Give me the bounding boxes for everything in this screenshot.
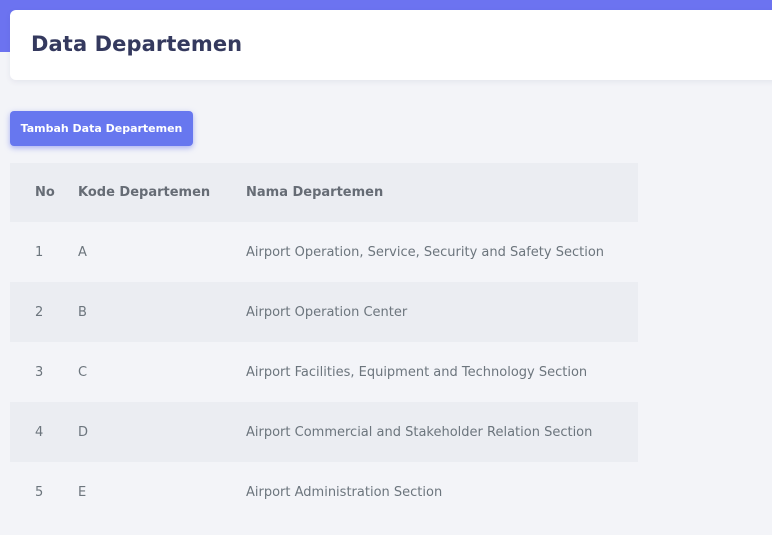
table-row: 3 C Airport Facilities, Equipment and Te… (10, 342, 638, 402)
cell-no: 1 (10, 222, 78, 282)
table-row: 5 E Airport Administration Section (10, 462, 638, 522)
table-row: 2 B Airport Operation Center (10, 282, 638, 342)
table-header-row: No Kode Departemen Nama Departemen (10, 163, 638, 222)
page-header: Data Departemen (10, 10, 772, 80)
column-header-kode[interactable]: Kode Departemen (78, 163, 246, 222)
column-header-nama[interactable]: Nama Departemen (246, 163, 638, 222)
cell-kode: C (78, 342, 246, 402)
cell-nama: Airport Commercial and Stakeholder Relat… (246, 402, 638, 462)
cell-nama: Airport Facilities, Equipment and Techno… (246, 342, 638, 402)
column-header-no[interactable]: No (10, 163, 78, 222)
cell-nama: Airport Operation, Service, Security and… (246, 222, 638, 282)
table-row: 1 A Airport Operation, Service, Security… (10, 222, 638, 282)
cell-kode: B (78, 282, 246, 342)
cell-kode: D (78, 402, 246, 462)
cell-kode: A (78, 222, 246, 282)
cell-no: 2 (10, 282, 78, 342)
table-row: 4 D Airport Commercial and Stakeholder R… (10, 402, 638, 462)
cell-nama: Airport Operation Center (246, 282, 638, 342)
cell-kode: E (78, 462, 246, 522)
page-title: Data Departemen (31, 32, 243, 56)
cell-no: 5 (10, 462, 78, 522)
cell-nama: Airport Administration Section (246, 462, 638, 522)
cell-no: 4 (10, 402, 78, 462)
add-department-button[interactable]: Tambah Data Departemen (10, 111, 193, 146)
cell-no: 3 (10, 342, 78, 402)
department-table: No Kode Departemen Nama Departemen 1 A A… (10, 163, 638, 522)
